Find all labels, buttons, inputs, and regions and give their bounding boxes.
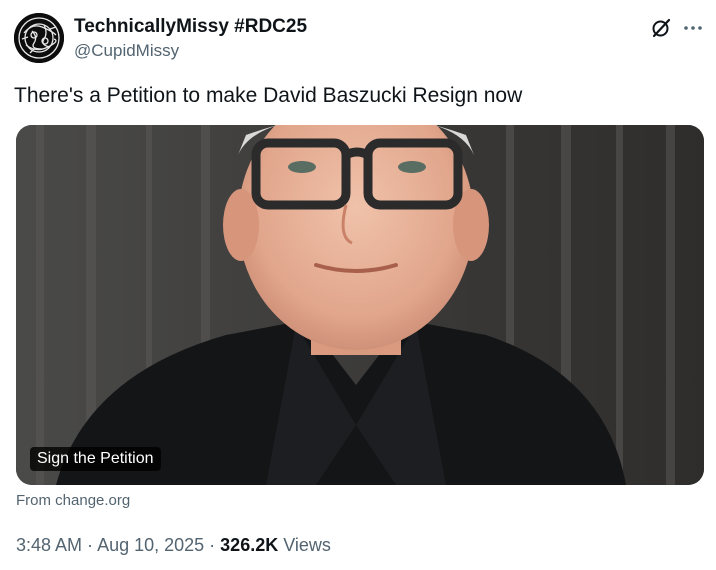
handle[interactable]: @CupidMissy xyxy=(74,40,307,62)
grok-icon[interactable] xyxy=(650,17,672,39)
card-image xyxy=(16,125,704,485)
meta-separator: · xyxy=(204,535,221,555)
views-label: Views xyxy=(278,535,331,555)
tweet: TechnicallyMissy #RDC25 @CupidMissy Ther… xyxy=(0,0,716,570)
tweet-time[interactable]: 3:48 AM xyxy=(16,535,82,555)
tweet-date[interactable]: Aug 10, 2025 xyxy=(97,535,204,555)
tweet-meta: 3:48 AM · Aug 10, 2025 · 326.2K Views xyxy=(16,534,331,556)
views-count[interactable]: 326.2K xyxy=(220,535,278,555)
link-card[interactable]: Sign the Petition xyxy=(16,125,704,485)
tweet-header: TechnicallyMissy #RDC25 @CupidMissy xyxy=(14,13,704,65)
meta-separator: · xyxy=(82,535,98,555)
display-name[interactable]: TechnicallyMissy #RDC25 xyxy=(74,15,307,39)
header-actions xyxy=(650,17,704,39)
card-title[interactable]: Sign the Petition xyxy=(30,447,161,471)
more-options-icon[interactable] xyxy=(682,17,704,39)
avatar[interactable] xyxy=(14,13,64,63)
tweet-text: There's a Petition to make David Baszuck… xyxy=(14,84,523,107)
author-names: TechnicallyMissy #RDC25 @CupidMissy xyxy=(74,15,307,62)
card-source[interactable]: From change.org xyxy=(16,492,130,510)
